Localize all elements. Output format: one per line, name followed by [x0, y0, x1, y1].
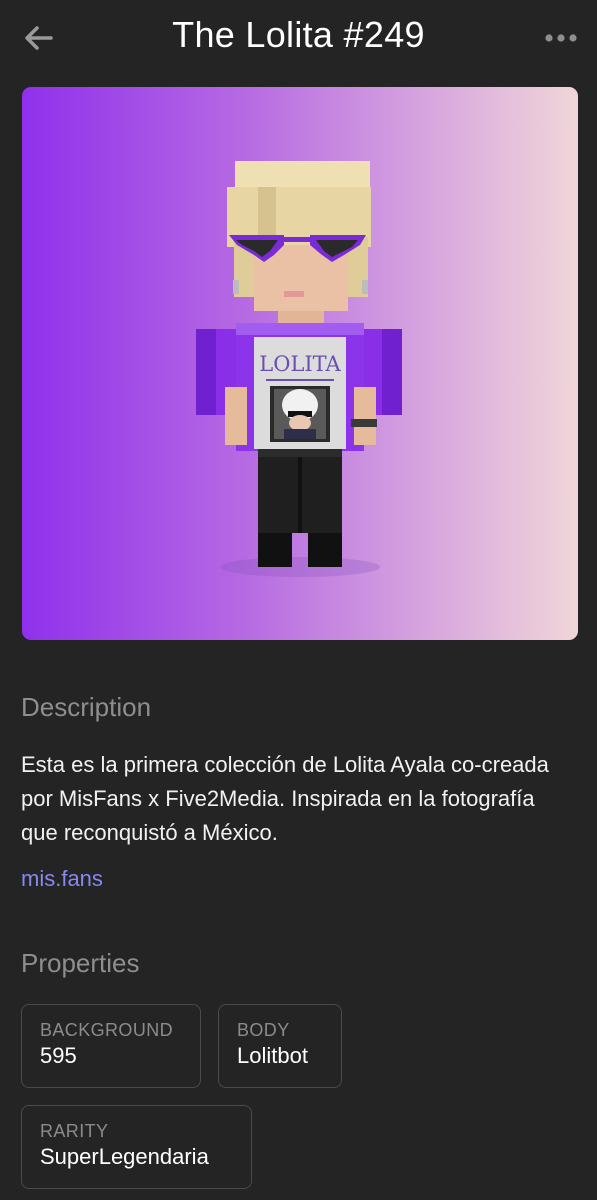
property-type: RARITY — [40, 1121, 109, 1141]
property-value: SuperLegendaria — [40, 1144, 209, 1169]
property-value: Lolitbot — [237, 1043, 308, 1068]
shirt-text: LOLITA — [259, 352, 341, 376]
property-value: 595 — [40, 1043, 77, 1068]
more-options-button[interactable] — [541, 24, 581, 52]
page-title: The Lolita #249 — [172, 14, 425, 55]
description-text: Esta es la primera colección de Lolita A… — [21, 752, 549, 845]
ellipsis-horizontal-icon — [545, 34, 577, 42]
external-link[interactable]: mis.fans — [21, 866, 103, 892]
description-heading: Description — [21, 692, 152, 722]
voxel-character-illustration: LOLITA — [196, 161, 402, 577]
property-card-rarity[interactable]: RARITY SuperLegendaria — [21, 1105, 252, 1189]
property-card-body[interactable]: BODY Lolitbot — [218, 1004, 342, 1088]
property-type: BACKGROUND — [40, 1020, 174, 1040]
nft-image[interactable]: LOLITA — [22, 87, 578, 640]
property-type: BODY — [237, 1020, 290, 1040]
arrow-left-icon — [25, 26, 53, 50]
properties-heading: Properties — [21, 948, 140, 978]
back-button[interactable] — [18, 22, 58, 54]
property-card-background[interactable]: BACKGROUND 595 — [21, 1004, 201, 1088]
top-bar: The Lolita #249 — [0, 0, 597, 76]
